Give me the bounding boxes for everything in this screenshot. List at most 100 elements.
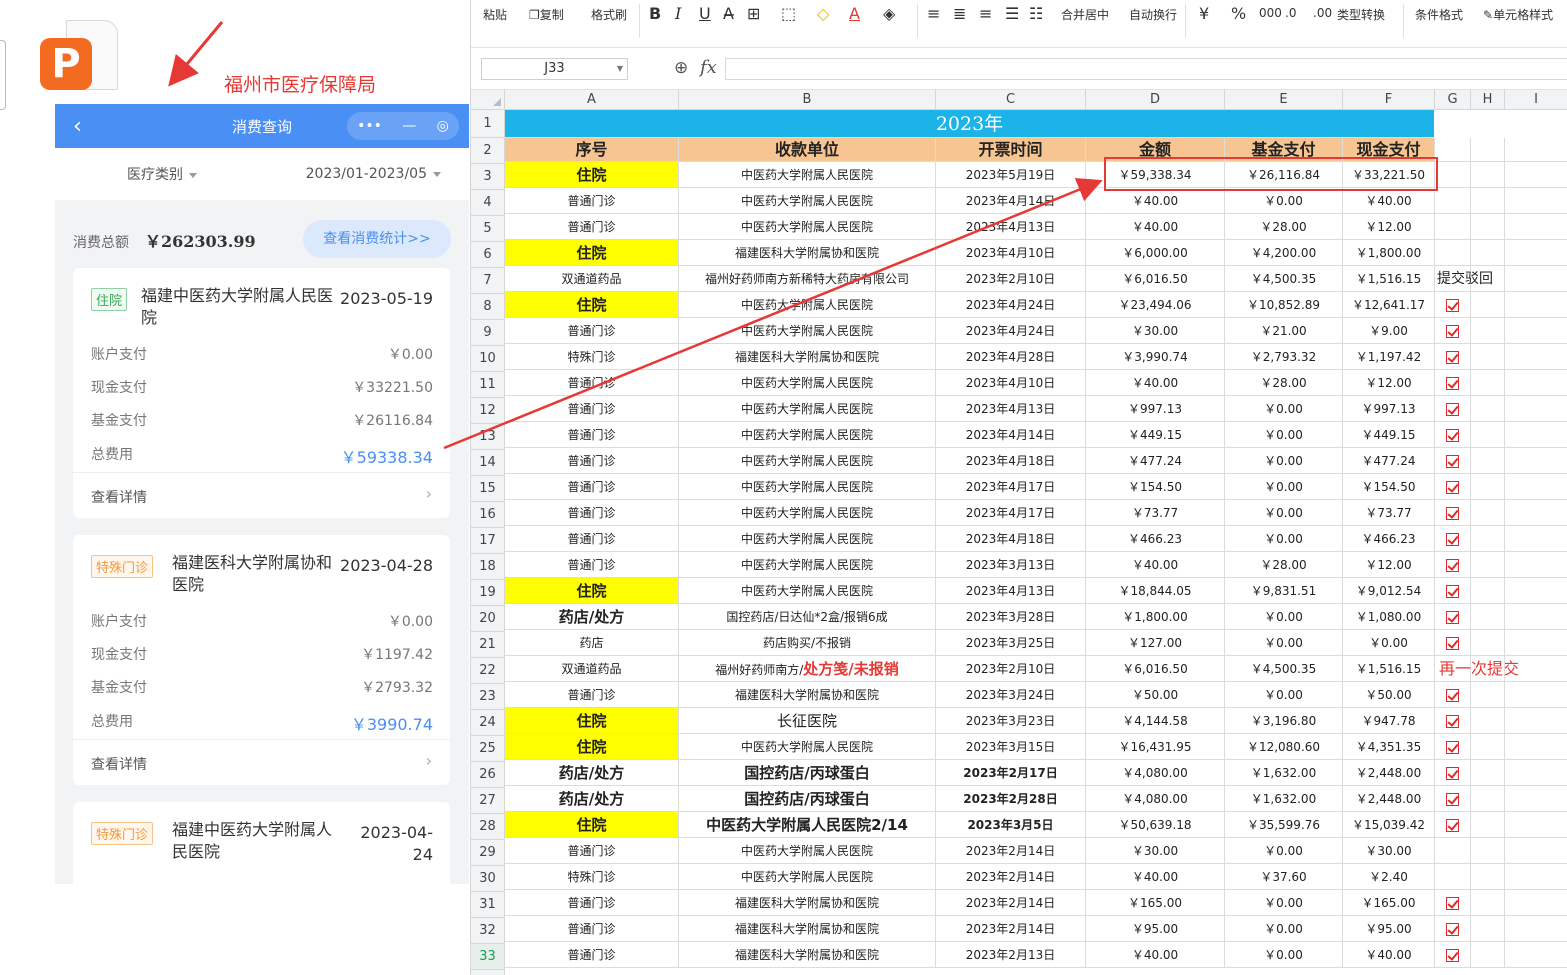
status-cell[interactable] <box>1435 786 1471 812</box>
checkbox-icon[interactable] <box>1446 377 1459 390</box>
empty-cell[interactable] <box>1505 240 1567 266</box>
payee-cell[interactable]: 中医药大学附属人民医院 <box>679 864 936 890</box>
date-cell[interactable]: 2023年4月24日 <box>936 318 1086 344</box>
italic-button[interactable]: I <box>675 4 681 23</box>
payee-cell[interactable]: 中医药大学附属人民医院2/14 <box>679 812 936 838</box>
category-filter[interactable]: 医疗类别 <box>127 164 197 184</box>
fund-cell[interactable]: ￥0.00 <box>1225 448 1343 474</box>
payee-cell[interactable]: 福州好药师南方/处方笺/未报销 <box>679 656 936 682</box>
empty-cell[interactable] <box>1471 188 1505 214</box>
row-header[interactable]: 32 <box>471 918 505 944</box>
empty-cell[interactable] <box>1505 864 1567 890</box>
fund-cell[interactable]: ￥0.00 <box>1225 188 1343 214</box>
cash-cell[interactable]: ￥154.50 <box>1343 474 1435 500</box>
empty-cell[interactable] <box>1471 656 1505 682</box>
checkbox-icon[interactable] <box>1446 819 1459 832</box>
cash-cell[interactable]: ￥12,641.17 <box>1343 292 1435 318</box>
empty-cell[interactable] <box>1505 214 1567 240</box>
date-cell[interactable]: 2023年3月15日 <box>936 734 1086 760</box>
empty-cell[interactable] <box>1505 916 1567 942</box>
close-target-icon[interactable]: ◎ <box>437 118 449 134</box>
thousands-icon[interactable]: 000 <box>1259 6 1282 20</box>
fund-cell[interactable]: ￥4,500.35 <box>1225 656 1343 682</box>
empty-cell[interactable] <box>1505 188 1567 214</box>
formula-input[interactable] <box>725 58 1567 80</box>
cash-cell[interactable]: ￥2,448.00 <box>1343 786 1435 812</box>
payee-cell[interactable]: 中医药大学附属人民医院 <box>679 292 936 318</box>
header-cell[interactable]: 收款单位 <box>679 138 936 162</box>
row-header[interactable]: 31 <box>471 892 505 918</box>
status-cell[interactable] <box>1435 916 1471 942</box>
cash-cell[interactable]: ￥1,197.42 <box>1343 344 1435 370</box>
category-cell[interactable]: 普通门诊 <box>505 474 679 500</box>
empty-cell[interactable] <box>1505 526 1567 552</box>
font-color-icon[interactable]: A <box>849 4 860 23</box>
empty-cell[interactable] <box>1505 786 1567 812</box>
empty-cell[interactable] <box>1471 370 1505 396</box>
status-cell[interactable]: 提交驳回 <box>1435 266 1493 292</box>
cash-cell[interactable]: ￥4,351.35 <box>1343 734 1435 760</box>
empty-cell[interactable] <box>1505 630 1567 656</box>
expense-card[interactable]: 特殊门诊 福建医科大学附属协和医院 2023-04-28 账户支付 ￥0.00 现… <box>73 535 450 785</box>
row-header[interactable]: 15 <box>471 476 505 502</box>
category-cell[interactable]: 普通门诊 <box>505 396 679 422</box>
category-cell[interactable]: 普通门诊 <box>505 422 679 448</box>
view-detail-link[interactable]: 查看详情 <box>91 754 147 774</box>
payee-cell[interactable]: 福建医科大学附属协和医院 <box>679 240 936 266</box>
fund-cell[interactable]: ￥0.00 <box>1225 474 1343 500</box>
status-cell[interactable] <box>1435 474 1471 500</box>
empty-cell[interactable] <box>1505 942 1567 968</box>
cash-cell[interactable]: ￥2.40 <box>1343 864 1435 890</box>
empty-cell[interactable] <box>1471 396 1505 422</box>
empty-cell[interactable] <box>1471 578 1505 604</box>
payee-cell[interactable]: 中医药大学附属人民医院 <box>679 162 936 188</box>
empty-cell[interactable] <box>1471 292 1505 318</box>
row-header[interactable]: 16 <box>471 502 505 528</box>
row-header[interactable]: 25 <box>471 736 505 762</box>
checkbox-icon[interactable] <box>1446 637 1459 650</box>
currency-icon[interactable]: ¥ <box>1199 4 1209 23</box>
amount-cell[interactable]: ￥477.24 <box>1086 448 1225 474</box>
payee-cell[interactable]: 国控药店/丙球蛋白 <box>679 786 936 812</box>
status-cell[interactable] <box>1435 812 1471 838</box>
column-header[interactable]: C <box>936 90 1086 110</box>
empty-cell[interactable] <box>1471 162 1505 188</box>
status-cell[interactable] <box>1435 162 1471 188</box>
empty-cell[interactable] <box>1471 474 1505 500</box>
date-cell[interactable]: 2023年5月19日 <box>936 162 1086 188</box>
cash-cell[interactable]: ￥1,516.15 <box>1343 656 1435 682</box>
empty-cell[interactable] <box>1505 604 1567 630</box>
cash-cell[interactable]: ￥12.00 <box>1343 552 1435 578</box>
payee-cell[interactable]: 中医药大学附属人民医院 <box>679 214 936 240</box>
clear-format-icon[interactable]: ⬚ <box>781 4 796 23</box>
amount-cell[interactable]: ￥997.13 <box>1086 396 1225 422</box>
header-cell[interactable]: 序号 <box>505 138 679 162</box>
sheet-title-cell[interactable]: 2023年 <box>505 110 1434 138</box>
fund-cell[interactable]: ￥1,632.00 <box>1225 760 1343 786</box>
checkbox-icon[interactable] <box>1446 325 1459 338</box>
fund-cell[interactable]: ￥0.00 <box>1225 422 1343 448</box>
category-cell[interactable]: 住院 <box>505 292 679 318</box>
empty-cell[interactable] <box>1471 760 1505 786</box>
fund-cell[interactable]: ￥0.00 <box>1225 890 1343 916</box>
row-header[interactable]: 18 <box>471 554 505 580</box>
fill-color-icon[interactable]: ◇ <box>817 4 829 23</box>
checkbox-icon[interactable] <box>1446 351 1459 364</box>
checkbox-icon[interactable] <box>1446 767 1459 780</box>
view-stats-button[interactable]: 查看消费统计>> <box>303 220 451 258</box>
category-cell[interactable]: 普通门诊 <box>505 500 679 526</box>
date-cell[interactable]: 2023年3月24日 <box>936 682 1086 708</box>
cell-style-button[interactable]: ✎单元格样式 <box>1483 6 1553 23</box>
justify-icon[interactable]: ☰ <box>1005 4 1019 23</box>
empty-cell[interactable] <box>1505 812 1567 838</box>
amount-cell[interactable]: ￥73.77 <box>1086 500 1225 526</box>
cash-cell[interactable]: ￥0.00 <box>1343 630 1435 656</box>
fund-cell[interactable]: ￥0.00 <box>1225 526 1343 552</box>
empty-cell[interactable] <box>1471 266 1505 292</box>
date-cell[interactable]: 2023年2月14日 <box>936 864 1086 890</box>
fund-cell[interactable]: ￥0.00 <box>1225 942 1343 968</box>
payee-cell[interactable]: 中医药大学附属人民医院 <box>679 552 936 578</box>
expense-card[interactable]: 住院 福建中医药大学附属人民医院 2023-05-19 账户支付 ￥0.00 现金… <box>73 268 450 518</box>
empty-cell[interactable] <box>1505 162 1567 188</box>
checkbox-icon[interactable] <box>1446 455 1459 468</box>
